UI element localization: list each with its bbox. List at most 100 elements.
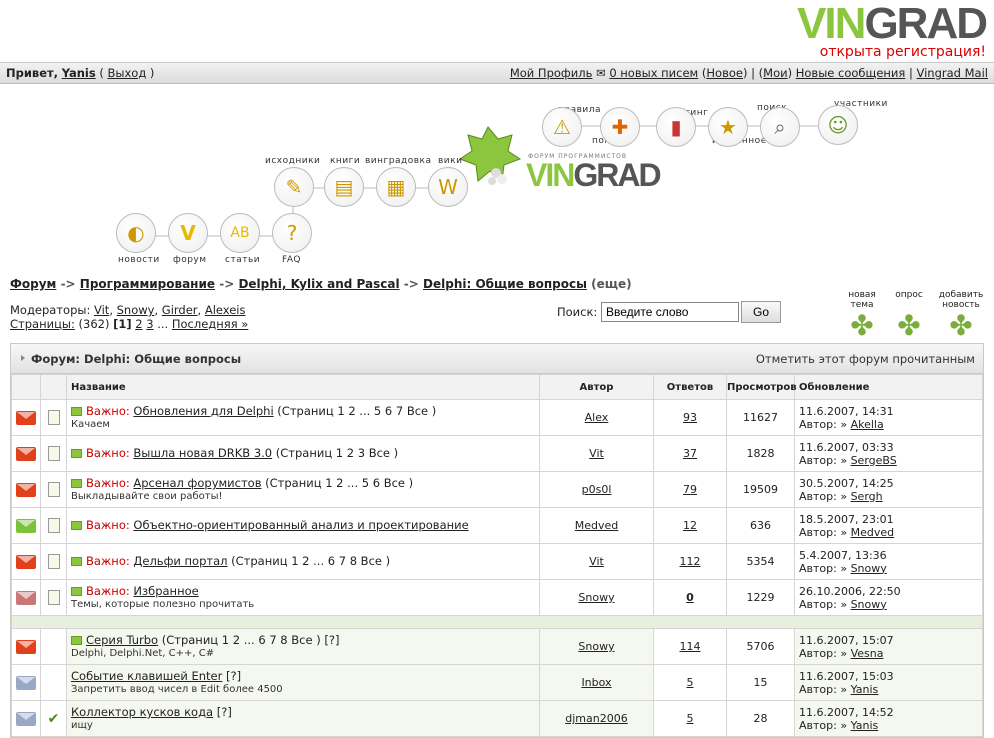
author-link[interactable]: Alex: [585, 411, 609, 424]
author-link[interactable]: Snowy: [578, 640, 614, 653]
last-page-link[interactable]: Последняя »: [172, 317, 248, 331]
author-link[interactable]: Medved: [575, 519, 619, 532]
topic-pages[interactable]: (Страниц 1 2 ... 5 6 Все ): [262, 476, 413, 490]
topic-title-link[interactable]: Событие клавишей Enter: [71, 669, 222, 683]
topic-title-link[interactable]: Коллектор кусков кода: [71, 705, 213, 719]
topic-title-link[interactable]: Серия Turbo: [86, 633, 158, 647]
vingrad-mail-link[interactable]: Vingrad Mail: [917, 66, 989, 80]
last-post-arrow[interactable]: »: [840, 526, 847, 539]
news-icon[interactable]: ◐: [116, 213, 156, 253]
rules-icon[interactable]: ⚠: [542, 107, 582, 147]
new-link[interactable]: Новое: [706, 66, 743, 80]
replies-link[interactable]: 112: [680, 555, 701, 568]
replies-link[interactable]: 79: [683, 483, 697, 496]
last-post-arrow[interactable]: »: [840, 562, 847, 575]
crumb-more[interactable]: (еще): [591, 277, 632, 291]
replies-link[interactable]: 5: [687, 676, 694, 689]
books-icon[interactable]: ▤: [324, 167, 364, 207]
members-icon[interactable]: ☺: [818, 105, 858, 145]
replies-link[interactable]: 5: [687, 712, 694, 725]
help-icon[interactable]: ✚: [600, 107, 640, 147]
forum-icon[interactable]: V: [168, 213, 208, 253]
last-post-arrow[interactable]: »: [840, 683, 847, 696]
author-link[interactable]: Inbox: [581, 676, 611, 689]
profile-link[interactable]: Мой Профиль: [510, 66, 593, 80]
search-input[interactable]: [601, 302, 739, 322]
favorites-icon[interactable]: ★: [708, 107, 748, 147]
col-replies[interactable]: Ответов: [653, 374, 727, 400]
site-logo[interactable]: VINGRAD открыта регистрация!: [797, 2, 988, 61]
topic-title-link[interactable]: Вышла новая DRKB 3.0: [133, 446, 272, 460]
last-poster-link[interactable]: Snowy: [851, 562, 887, 575]
page-link[interactable]: 2: [135, 317, 142, 331]
last-post-arrow[interactable]: »: [840, 418, 847, 431]
pages-label[interactable]: Страницы:: [10, 317, 75, 331]
crumb-forum[interactable]: Форум: [10, 277, 56, 291]
topic-title-link[interactable]: Объектно-ориентированный анализ и проект…: [133, 518, 468, 532]
last-poster-link[interactable]: Sergh: [851, 490, 883, 503]
topic-pages[interactable]: [?]: [222, 669, 241, 683]
author-link[interactable]: Vit: [589, 447, 604, 460]
topic-pages[interactable]: (Страниц 1 2 ... 5 6 7 Все ): [274, 404, 436, 418]
last-post-arrow[interactable]: »: [840, 454, 847, 467]
add-news-button[interactable]: добавить новость ✤: [936, 290, 986, 340]
col-author[interactable]: Автор: [539, 374, 654, 400]
col-updated[interactable]: Обновление: [794, 374, 983, 400]
topic-title-link[interactable]: Обновления для Delphi: [133, 404, 273, 418]
mark-read-link[interactable]: Отметить этот форум прочитанным: [756, 352, 975, 366]
articles-icon[interactable]: AB: [220, 213, 260, 253]
replies-link[interactable]: 93: [683, 411, 697, 424]
last-post-arrow[interactable]: »: [840, 719, 847, 732]
search-go-button[interactable]: Go: [741, 301, 781, 323]
moderator-link[interactable]: Alexeis: [205, 303, 246, 317]
last-poster-link[interactable]: SergeBS: [851, 454, 897, 467]
wiki-icon[interactable]: W: [428, 167, 468, 207]
topic-title-link[interactable]: Избранное: [133, 584, 198, 598]
new-topic-button[interactable]: новая тема ✤: [843, 290, 881, 340]
author-link[interactable]: Vit: [589, 555, 604, 568]
replies-link[interactable]: 0: [686, 591, 694, 604]
mine-link[interactable]: Мои: [763, 66, 787, 80]
topic-title-link[interactable]: Арсенал форумистов: [133, 476, 261, 490]
register-link[interactable]: открыта регистрация!: [797, 44, 986, 60]
page-link[interactable]: 3: [146, 317, 153, 331]
poll-button[interactable]: опрос ✤: [890, 290, 928, 340]
moderator-link[interactable]: Vit: [94, 303, 109, 317]
last-poster-link[interactable]: Snowy: [851, 598, 887, 611]
mail-link[interactable]: 0 новых писем: [609, 66, 698, 80]
vingradovka-icon[interactable]: ▦: [376, 167, 416, 207]
topic-pages[interactable]: [?]: [213, 705, 232, 719]
last-poster-link[interactable]: Vesna: [851, 647, 884, 660]
last-post-arrow[interactable]: »: [840, 598, 847, 611]
faq-icon[interactable]: ?: [272, 213, 312, 253]
topic-pages[interactable]: (Страниц 1 2 ... 6 7 8 Все ): [228, 554, 390, 568]
last-poster-link[interactable]: Akella: [851, 418, 884, 431]
author-link[interactable]: djman2006: [565, 712, 627, 725]
center-logo[interactable]: VINGRAD: [526, 157, 662, 194]
topic-title-link[interactable]: Дельфи портал: [133, 554, 227, 568]
username-link[interactable]: Yanis: [62, 66, 96, 80]
last-post-arrow[interactable]: »: [840, 490, 847, 503]
col-views[interactable]: Просмотров: [726, 374, 797, 400]
last-post-arrow[interactable]: »: [840, 647, 847, 660]
moderator-link[interactable]: Snowy: [117, 303, 155, 317]
logout-link[interactable]: Выход: [108, 66, 147, 80]
rating-icon[interactable]: ▮: [656, 107, 696, 147]
crumb-delphi[interactable]: Delphi, Kylix and Pascal: [238, 277, 399, 291]
last-poster-link[interactable]: Yanis: [851, 719, 879, 732]
last-poster-link[interactable]: Yanis: [851, 683, 879, 696]
crumb-current[interactable]: Delphi: Общие вопросы: [423, 277, 587, 291]
replies-link[interactable]: 114: [680, 640, 701, 653]
crumb-programming[interactable]: Программирование: [80, 277, 215, 291]
moderator-link[interactable]: Girder: [162, 303, 198, 317]
search-icon[interactable]: ⌕: [760, 107, 800, 147]
author-link[interactable]: p0s0l: [582, 483, 612, 496]
new-messages-link[interactable]: Новые сообщения: [796, 66, 906, 80]
replies-link[interactable]: 37: [683, 447, 697, 460]
last-poster-link[interactable]: Medved: [851, 526, 895, 539]
sources-icon[interactable]: ✎: [274, 167, 314, 207]
topic-pages[interactable]: (Страниц 1 2 ... 6 7 8 Все ) [?]: [158, 633, 340, 647]
replies-link[interactable]: 12: [683, 519, 697, 532]
topic-pages[interactable]: (Страниц 1 2 3 Все ): [272, 446, 398, 460]
col-name[interactable]: Название: [66, 374, 540, 400]
